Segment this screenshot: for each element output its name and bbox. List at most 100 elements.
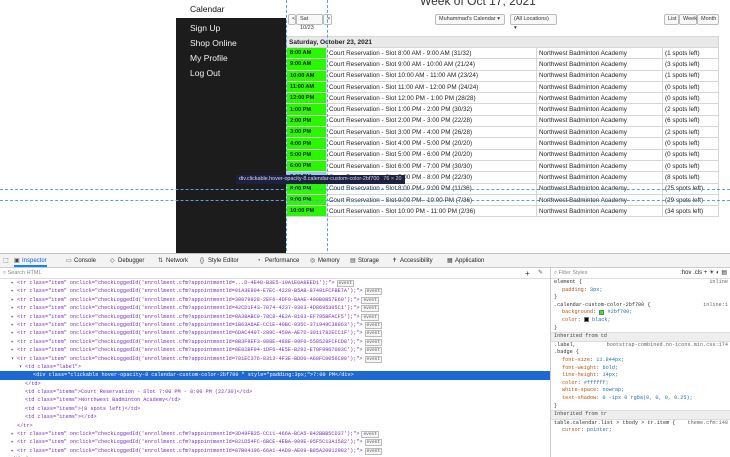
nav-signup[interactable]: Sign Up <box>190 23 220 33</box>
dom-node[interactable]: <td class="items">(8 spots left)</td> <box>0 405 550 413</box>
slot-time-label[interactable]: 10:00 PM <box>288 208 316 214</box>
rule-source-link[interactable]: bootstrap-combined.no-icons.min.css:174 <box>607 342 728 350</box>
tab-performance[interactable]: ◔ Performance <box>257 256 299 267</box>
tab-console[interactable]: ▭ Console <box>66 256 96 267</box>
tab-inspector[interactable]: ▣ Inspector <box>14 256 47 267</box>
tab-application[interactable]: ▦ Application <box>447 256 484 267</box>
slot-row[interactable]: 10:00 AM Court Reservation - Slot 10:00 A… <box>286 69 720 82</box>
css-rule-line[interactable]: color: #ffffff; <box>551 380 730 388</box>
slot-row[interactable]: 10:00 PM Court Reservation - Slot 10:00 P… <box>286 205 720 218</box>
css-property-name[interactable]: padding <box>562 287 584 293</box>
dom-node[interactable]: ▸ <tr class="item" onclick="checkLoggedId… <box>0 296 550 304</box>
css-property-value[interactable]: pointer; <box>587 427 612 433</box>
dom-node[interactable]: ▸ <tr class="item" onclick="checkLoggedId… <box>0 279 550 287</box>
css-property-name[interactable]: cursor <box>562 427 581 433</box>
css-rule-line[interactable]: text-shadow: 0 -1px 0 rgba(0, 0, 0, 0.25… <box>551 395 730 403</box>
dom-node[interactable]: ▾ <tr class="item" onclick="checkLoggedId… <box>0 355 550 363</box>
css-property-value[interactable]: 3px; <box>590 287 602 293</box>
event-badge[interactable]: event <box>364 321 383 329</box>
date-button[interactable]: Sat 10/23 <box>296 14 323 31</box>
event-badge[interactable]: event <box>361 313 379 321</box>
dom-node[interactable]: ▸ <tr class="item" onclick="checkLoggedId… <box>0 329 550 338</box>
view-month-button[interactable]: Month <box>697 14 719 25</box>
slot-time[interactable]: 2:00 PM <box>286 114 327 128</box>
dom-node[interactable]: <td class="items"></td> <box>0 413 550 421</box>
view-list-button[interactable]: List <box>664 14 679 25</box>
event-badge[interactable]: event <box>361 305 379 313</box>
slot-time[interactable]: 3:00 PM <box>286 126 327 139</box>
event-badge[interactable]: event <box>364 439 383 447</box>
event-badge[interactable]: event <box>364 347 383 355</box>
slot-row[interactable]: 9:00 AM Court Reservation - Slot 9:00 AM … <box>286 58 720 71</box>
event-badge[interactable]: event <box>364 330 383 338</box>
color-swatch[interactable] <box>599 309 605 315</box>
css-property-value[interactable]: bold; <box>602 365 618 371</box>
slot-row[interactable]: 6:00 PM Court Reservation - Slot 6:00 PM … <box>286 159 720 173</box>
css-property-name[interactable]: font-size <box>562 357 590 363</box>
tab-style-editor[interactable]: {} Style Editor <box>200 256 239 267</box>
slot-row[interactable]: 2:00 PM Court Reservation - Slot 2:00 PM … <box>286 114 720 128</box>
css-rule-line[interactable]: line-height: 14px; <box>551 372 730 380</box>
light-mode-icon[interactable]: ☀ <box>709 270 714 276</box>
slot-row[interactable]: 5:00 PM Court Reservation - Slot 5:00 PM … <box>286 148 720 161</box>
css-rule-line[interactable]: } <box>551 325 730 333</box>
dom-node[interactable]: ▾ <td class="label"> <box>0 363 550 371</box>
view-week-button[interactable]: Week <box>679 14 697 25</box>
slot-time[interactable]: 8:00 AM <box>286 46 327 60</box>
event-badge[interactable]: event <box>364 288 383 296</box>
dark-mode-icon[interactable]: ◐ <box>716 270 720 276</box>
dom-node[interactable]: ▸ <tr class="item" onclick="checkLoggedId… <box>0 338 550 346</box>
slot-time-label[interactable]: 9:00 AM <box>288 61 313 67</box>
css-rule-line[interactable]: white-space: nowrap; <box>551 387 730 395</box>
color-swatch[interactable] <box>583 317 589 323</box>
dom-node[interactable]: ▸ <tr class="item" onclick="checkLoggedId… <box>0 287 550 296</box>
slot-time[interactable]: 11:00 AM <box>286 80 327 94</box>
css-property-name[interactable]: background <box>562 309 593 315</box>
slot-time[interactable]: 4:00 PM <box>286 137 327 150</box>
rule-source-link[interactable]: theme.cfm:148 <box>688 420 728 428</box>
eyedropper-icon[interactable]: ✎ <box>538 269 543 278</box>
search-html-input[interactable]: ⌕ Search HTML <box>0 268 550 279</box>
slot-row[interactable]: 3:00 PM Court Reservation - Slot 3:00 PM … <box>286 126 720 139</box>
dom-node[interactable]: ▸ <tr class="item" onclick="checkLoggedId… <box>0 447 550 455</box>
css-rule-line[interactable]: color: black; <box>551 317 730 325</box>
dom-node[interactable]: <td class="items">Northwest Badminton Ac… <box>0 396 550 404</box>
slot-row[interactable]: 1:00 PM Court Reservation - Slot 1:00 PM … <box>286 103 720 116</box>
css-rule-line[interactable]: .badge { <box>551 349 730 357</box>
css-rule-line[interactable]: element {inline <box>551 279 730 287</box>
nav-calendar[interactable]: Calendar <box>190 4 225 14</box>
rule-source-link[interactable]: inline <box>709 279 728 287</box>
slot-time[interactable]: 9:00 AM <box>286 58 327 71</box>
slot-time-label[interactable]: 10:00 AM <box>288 73 316 79</box>
dom-node[interactable]: </tr> <box>0 422 550 430</box>
dom-node[interactable]: ▸ <tr class="item" onclick="checkLoggedId… <box>0 304 550 313</box>
slot-time[interactable]: 12:00 PM <box>286 92 327 105</box>
rule-source-link[interactable]: inline:1 <box>703 302 728 310</box>
print-icon[interactable]: ▤ <box>721 270 727 276</box>
css-property-value[interactable]: nowrap; <box>602 387 624 393</box>
dom-node[interactable]: <td class="items">Court Reservation - Sl… <box>0 388 550 396</box>
slot-time[interactable]: 10:00 PM <box>286 205 327 218</box>
prev-day-button[interactable]: < <box>288 14 296 25</box>
css-property-value[interactable]: black; <box>592 317 611 323</box>
slot-row[interactable]: 4:00 PM Court Reservation - Slot 4:00 PM … <box>286 137 720 150</box>
event-badge[interactable]: event <box>336 280 355 287</box>
pick-element-icon[interactable]: ⬚ <box>3 256 9 267</box>
nav-logout[interactable]: Log Out <box>190 68 220 78</box>
css-property-name[interactable]: line-height <box>562 372 596 378</box>
slot-time-label[interactable]: 2:00 PM <box>288 118 313 124</box>
event-badge[interactable]: event <box>361 296 379 304</box>
slot-time-label[interactable]: 6:00 PM <box>288 163 313 169</box>
tab-storage[interactable]: ▤ Storage <box>350 256 379 267</box>
css-rule-line[interactable]: font-size: 11.844px; <box>551 357 730 365</box>
event-badge[interactable]: event <box>361 431 379 439</box>
css-property-name[interactable]: font-weight <box>562 365 596 371</box>
dom-node[interactable]: ▸ <tr class="item" onclick="checkLoggedId… <box>0 321 550 329</box>
slot-row[interactable]: 12:00 PM Court Reservation - Slot 12:00 P… <box>286 92 720 105</box>
css-rule-line[interactable]: padding: 3px; <box>551 287 730 295</box>
css-property-name[interactable]: color <box>562 380 578 386</box>
event-badge[interactable]: event <box>364 338 383 346</box>
add-node-icon[interactable]: + <box>525 269 530 278</box>
nav-shop-online[interactable]: Shop Online <box>190 38 237 48</box>
slot-time[interactable]: 10:00 AM <box>286 69 327 82</box>
